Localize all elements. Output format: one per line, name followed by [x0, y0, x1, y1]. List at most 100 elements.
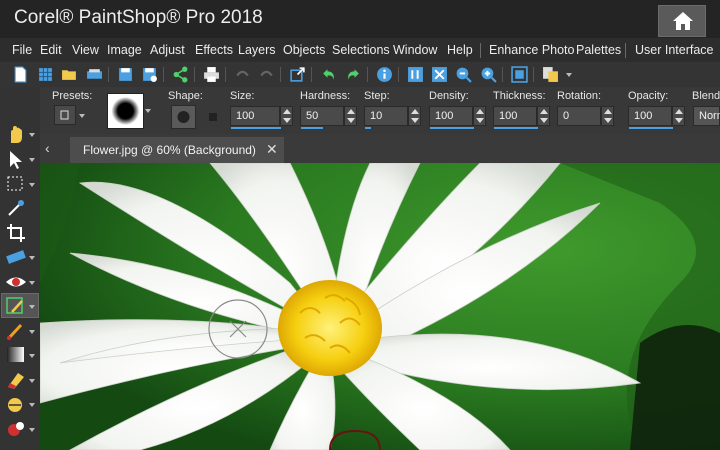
step-field[interactable]: 10	[364, 106, 408, 129]
round-shape-icon	[177, 111, 190, 123]
open-folder-icon[interactable]	[61, 66, 78, 83]
fit-image-icon[interactable]	[511, 66, 528, 83]
density-spinner[interactable]	[473, 106, 486, 126]
color-replacer-icon[interactable]	[4, 418, 28, 440]
opacity-slider[interactable]	[629, 127, 673, 129]
density-slider[interactable]	[430, 127, 474, 129]
thickness-field[interactable]: 100	[493, 106, 538, 129]
grid-icon[interactable]	[37, 66, 54, 83]
menu-objects[interactable]: Objects	[283, 43, 325, 57]
crop-icon[interactable]	[4, 222, 28, 244]
rotation-spinner[interactable]	[601, 106, 614, 126]
menu-selections[interactable]: Selections	[332, 43, 390, 57]
zoom-in-icon[interactable]	[480, 66, 497, 83]
clone-brush-icon[interactable]	[4, 295, 28, 317]
document-tab-label: Flower.jpg @ 60% (Background)	[83, 143, 256, 157]
menu-window[interactable]: Window	[393, 43, 437, 57]
menu-user-interface[interactable]: User Interface	[635, 43, 714, 57]
dropper-icon[interactable]	[4, 197, 28, 219]
info-icon[interactable]	[376, 66, 393, 83]
menu-enhance-photo[interactable]: Enhance Photo	[489, 43, 575, 57]
gradient-icon[interactable]	[4, 344, 28, 366]
chevron-down-icon[interactable]	[29, 281, 35, 285]
save-as-icon[interactable]	[141, 66, 158, 83]
chevron-down-icon[interactable]	[79, 114, 85, 118]
chevron-down-icon[interactable]	[29, 256, 35, 260]
blend-label: Blend	[692, 90, 720, 102]
scan-icon[interactable]	[86, 66, 103, 83]
hardness-value: 50	[306, 110, 319, 122]
chevron-down-icon[interactable]	[29, 183, 35, 187]
shape-square-button[interactable]	[205, 109, 221, 125]
chevron-down-icon[interactable]	[29, 403, 35, 407]
hardness-field[interactable]: 50	[300, 106, 344, 129]
chevron-down-icon[interactable]	[29, 305, 35, 309]
paint-brush-icon[interactable]	[4, 320, 28, 342]
redo-icon[interactable]	[345, 66, 362, 83]
flower-photo	[40, 163, 720, 450]
size-slider[interactable]	[231, 127, 281, 129]
chevron-down-icon[interactable]	[29, 428, 35, 432]
chevron-down-icon[interactable]	[29, 354, 35, 358]
chevron-down-icon[interactable]	[29, 330, 35, 334]
toolbar-separator	[194, 67, 195, 82]
menu-adjust[interactable]: Adjust	[150, 43, 185, 57]
undo-disabled-icon[interactable]	[234, 66, 251, 83]
rotation-field[interactable]: 0	[557, 106, 601, 126]
close-icon[interactable]: ✕	[266, 141, 278, 158]
document-tab[interactable]: Flower.jpg @ 60% (Background) ✕	[70, 137, 284, 163]
scratch-remover-icon[interactable]	[4, 393, 28, 415]
image-canvas[interactable]	[40, 163, 720, 450]
shape-round-button[interactable]	[171, 105, 196, 129]
menu-layers[interactable]: Layers	[238, 43, 276, 57]
chevron-down-icon[interactable]	[29, 133, 35, 137]
opacity-field[interactable]: 100	[628, 106, 673, 129]
redo-disabled-icon[interactable]	[258, 66, 275, 83]
selection-icon[interactable]	[4, 173, 28, 195]
undo-icon[interactable]	[320, 66, 337, 83]
print-icon[interactable]	[203, 66, 220, 83]
copy-icon[interactable]	[542, 66, 559, 83]
share-icon[interactable]	[172, 66, 189, 83]
zoom-out-icon[interactable]	[455, 66, 472, 83]
new-file-icon[interactable]	[12, 66, 29, 83]
hardness-slider[interactable]	[301, 127, 323, 129]
chevron-down-icon[interactable]	[145, 109, 151, 113]
resize-icon[interactable]	[289, 66, 306, 83]
menu-image[interactable]: Image	[107, 43, 142, 57]
chevron-down-icon[interactable]	[566, 73, 572, 77]
size-spinner[interactable]	[280, 106, 293, 126]
chevron-down-icon[interactable]	[29, 158, 35, 162]
step-spinner[interactable]	[408, 106, 421, 126]
blend-mode-select[interactable]: Norm	[693, 106, 720, 126]
thickness-slider[interactable]	[494, 127, 538, 129]
opacity-spinner[interactable]	[672, 106, 685, 126]
zoom-actual-icon[interactable]	[407, 66, 424, 83]
pan-icon[interactable]	[4, 123, 28, 145]
menu-file[interactable]: File	[12, 43, 32, 57]
chevron-down-icon[interactable]	[29, 379, 35, 383]
pick-icon[interactable]	[4, 148, 28, 170]
fit-window-icon[interactable]	[431, 66, 448, 83]
size-field[interactable]: 100	[230, 106, 281, 129]
save-icon[interactable]	[117, 66, 134, 83]
toolbar-separator	[280, 67, 281, 82]
eraser-icon[interactable]	[4, 369, 28, 391]
menu-view[interactable]: View	[72, 43, 99, 57]
presets-dropdown[interactable]	[54, 105, 76, 125]
chevron-left-icon[interactable]: ‹	[45, 140, 50, 156]
red-eye-icon[interactable]	[4, 271, 28, 293]
density-field[interactable]: 100	[429, 106, 474, 129]
menu-edit[interactable]: Edit	[40, 43, 62, 57]
thickness-spinner[interactable]	[537, 106, 550, 126]
step-slider[interactable]	[365, 127, 371, 129]
home-button[interactable]	[658, 5, 706, 37]
menu-palettes[interactable]: Palettes	[576, 43, 621, 57]
brush-tip-preview[interactable]	[107, 93, 144, 129]
menu-bar: File Edit View Image Adjust Effects Laye…	[0, 38, 720, 63]
hardness-spinner[interactable]	[344, 106, 357, 126]
menu-help[interactable]: Help	[447, 43, 473, 57]
menu-effects[interactable]: Effects	[195, 43, 233, 57]
rotation-value: 0	[563, 110, 570, 122]
straighten-icon[interactable]	[4, 246, 28, 268]
